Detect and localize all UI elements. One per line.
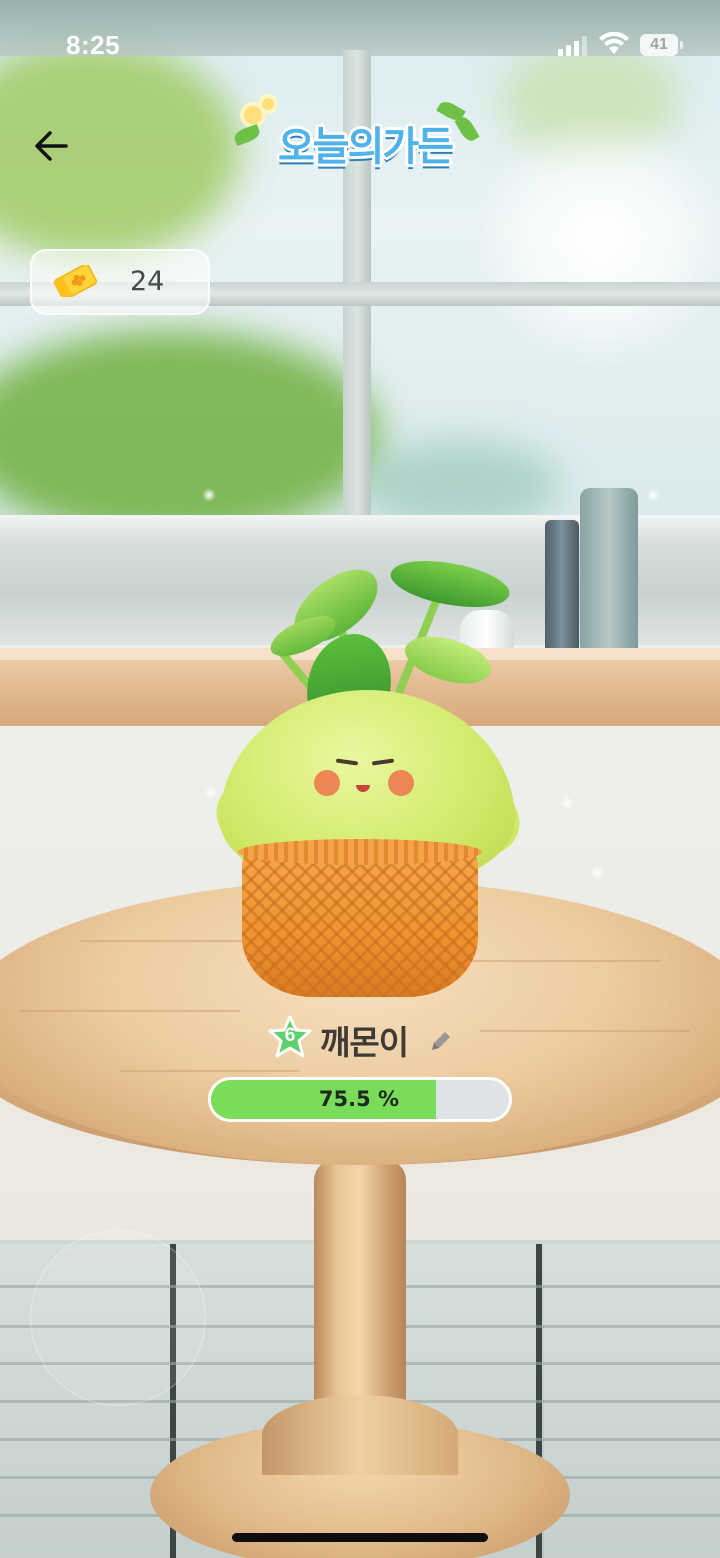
clover-ticket-icon [53,265,98,297]
pencil-icon[interactable] [428,1028,454,1054]
woven-pot [242,845,478,997]
plant-level: 6 [284,1025,296,1046]
logo-text: 오늘의가든 [278,124,454,170]
joystick-ring[interactable] [30,1230,206,1406]
back-button[interactable] [26,120,80,174]
status-bar: 8:25 41 [0,0,720,90]
arrow-left-icon [35,131,68,161]
wifi-icon [599,32,629,54]
home-indicator[interactable] [232,1533,488,1542]
plant-name: 깨몬이 [320,1023,409,1062]
leaf [399,624,497,696]
growth-progress-bar: 75.5 % [208,1077,512,1122]
left-cheek [314,770,340,796]
ticket-count: 24 [130,266,165,297]
leaf [386,549,514,619]
right-cheek [388,770,414,796]
growth-percent-label: 75.5 % [318,1087,400,1111]
status-time: 8:25 [66,30,121,60]
app-logo: 오늘의가든 [232,92,492,192]
plant-character[interactable] [206,549,530,1015]
cellular-signal-icon [558,36,587,56]
plant-name-row: 6 깨몬이 [0,1014,720,1066]
ticket-counter[interactable]: 24 [30,249,210,315]
battery-icon: 41 [640,34,678,56]
